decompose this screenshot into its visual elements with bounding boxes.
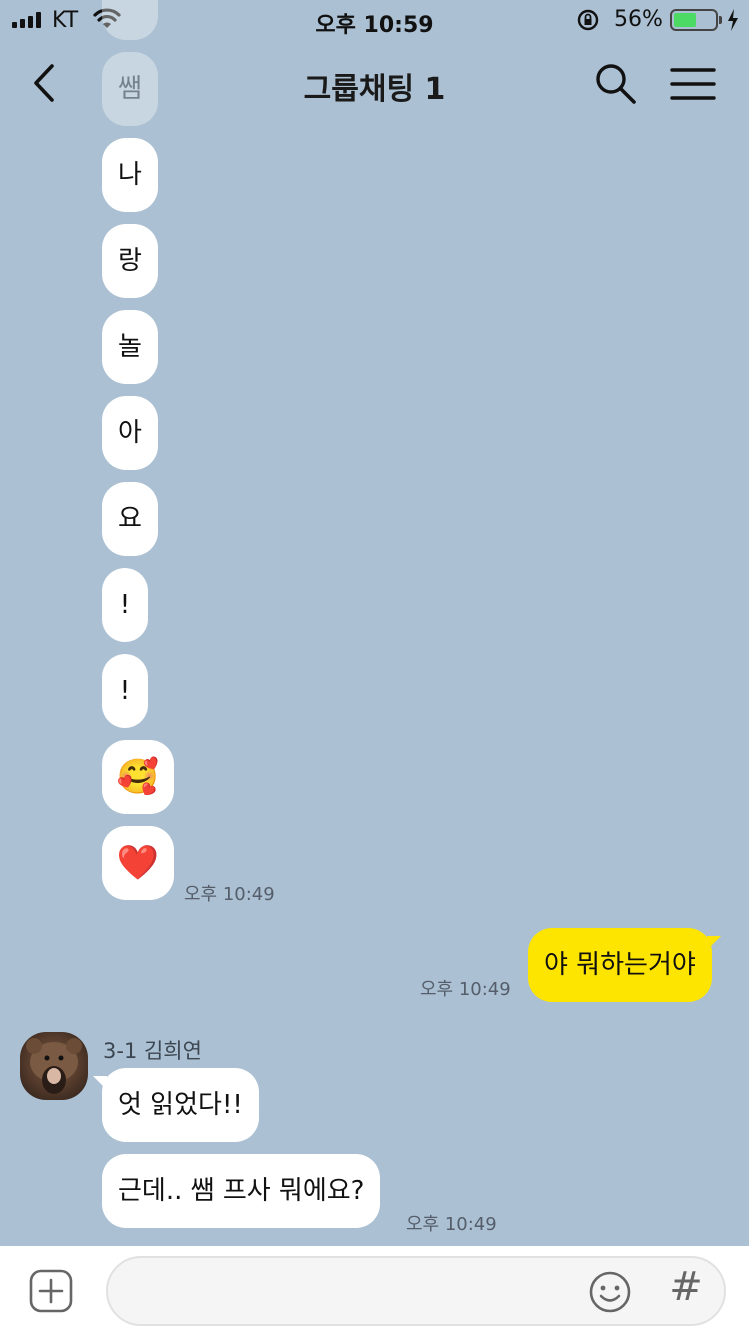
message-bubble[interactable]: 놀 [102,310,158,384]
message-timestamp: 오후 10:49 [420,979,511,1000]
hashtag-button[interactable]: # [668,1264,704,1310]
battery-percent: 56% [614,7,663,32]
message-bubble[interactable]: 엇 읽었다!! [93,1068,259,1142]
charging-bolt-icon [728,9,738,31]
sender-name: 3-1 김희연 [103,1039,202,1063]
message-bubble[interactable]: ! [102,568,148,642]
message-bubble[interactable]: 요 [102,482,158,556]
message-input[interactable] [106,1256,726,1326]
faded-message-bubble[interactable]: 쌤 [102,52,158,126]
emoji-message-bubble[interactable]: ❤️ [102,826,174,900]
faded-message-bubble[interactable] [102,0,158,40]
rotation-lock-icon [577,9,599,31]
emoji-message-bubble[interactable]: 🥰 [102,740,174,814]
hamburger-menu-icon[interactable] [668,62,718,106]
message-timestamp: 오후 10:49 [184,884,275,905]
input-bar: # [0,1246,749,1334]
message-bubble[interactable]: ! [102,654,148,728]
message-timestamp: 오후 10:49 [406,1214,497,1235]
plus-square-icon[interactable] [28,1268,74,1314]
sender-avatar[interactable] [20,1032,88,1100]
message-bubble[interactable]: 나 [102,138,158,212]
message-bubble[interactable]: 아 [102,396,158,470]
message-bubble[interactable]: 근데.. 쌤 프사 뭐에요? [102,1154,381,1228]
search-icon[interactable] [592,60,638,106]
smiley-icon[interactable] [588,1270,632,1314]
battery-tip [719,16,722,24]
my-message-bubble[interactable]: 야 뭐하는거야 [528,928,721,1002]
message-bubble[interactable]: 랑 [102,224,158,298]
battery-icon [670,9,718,31]
